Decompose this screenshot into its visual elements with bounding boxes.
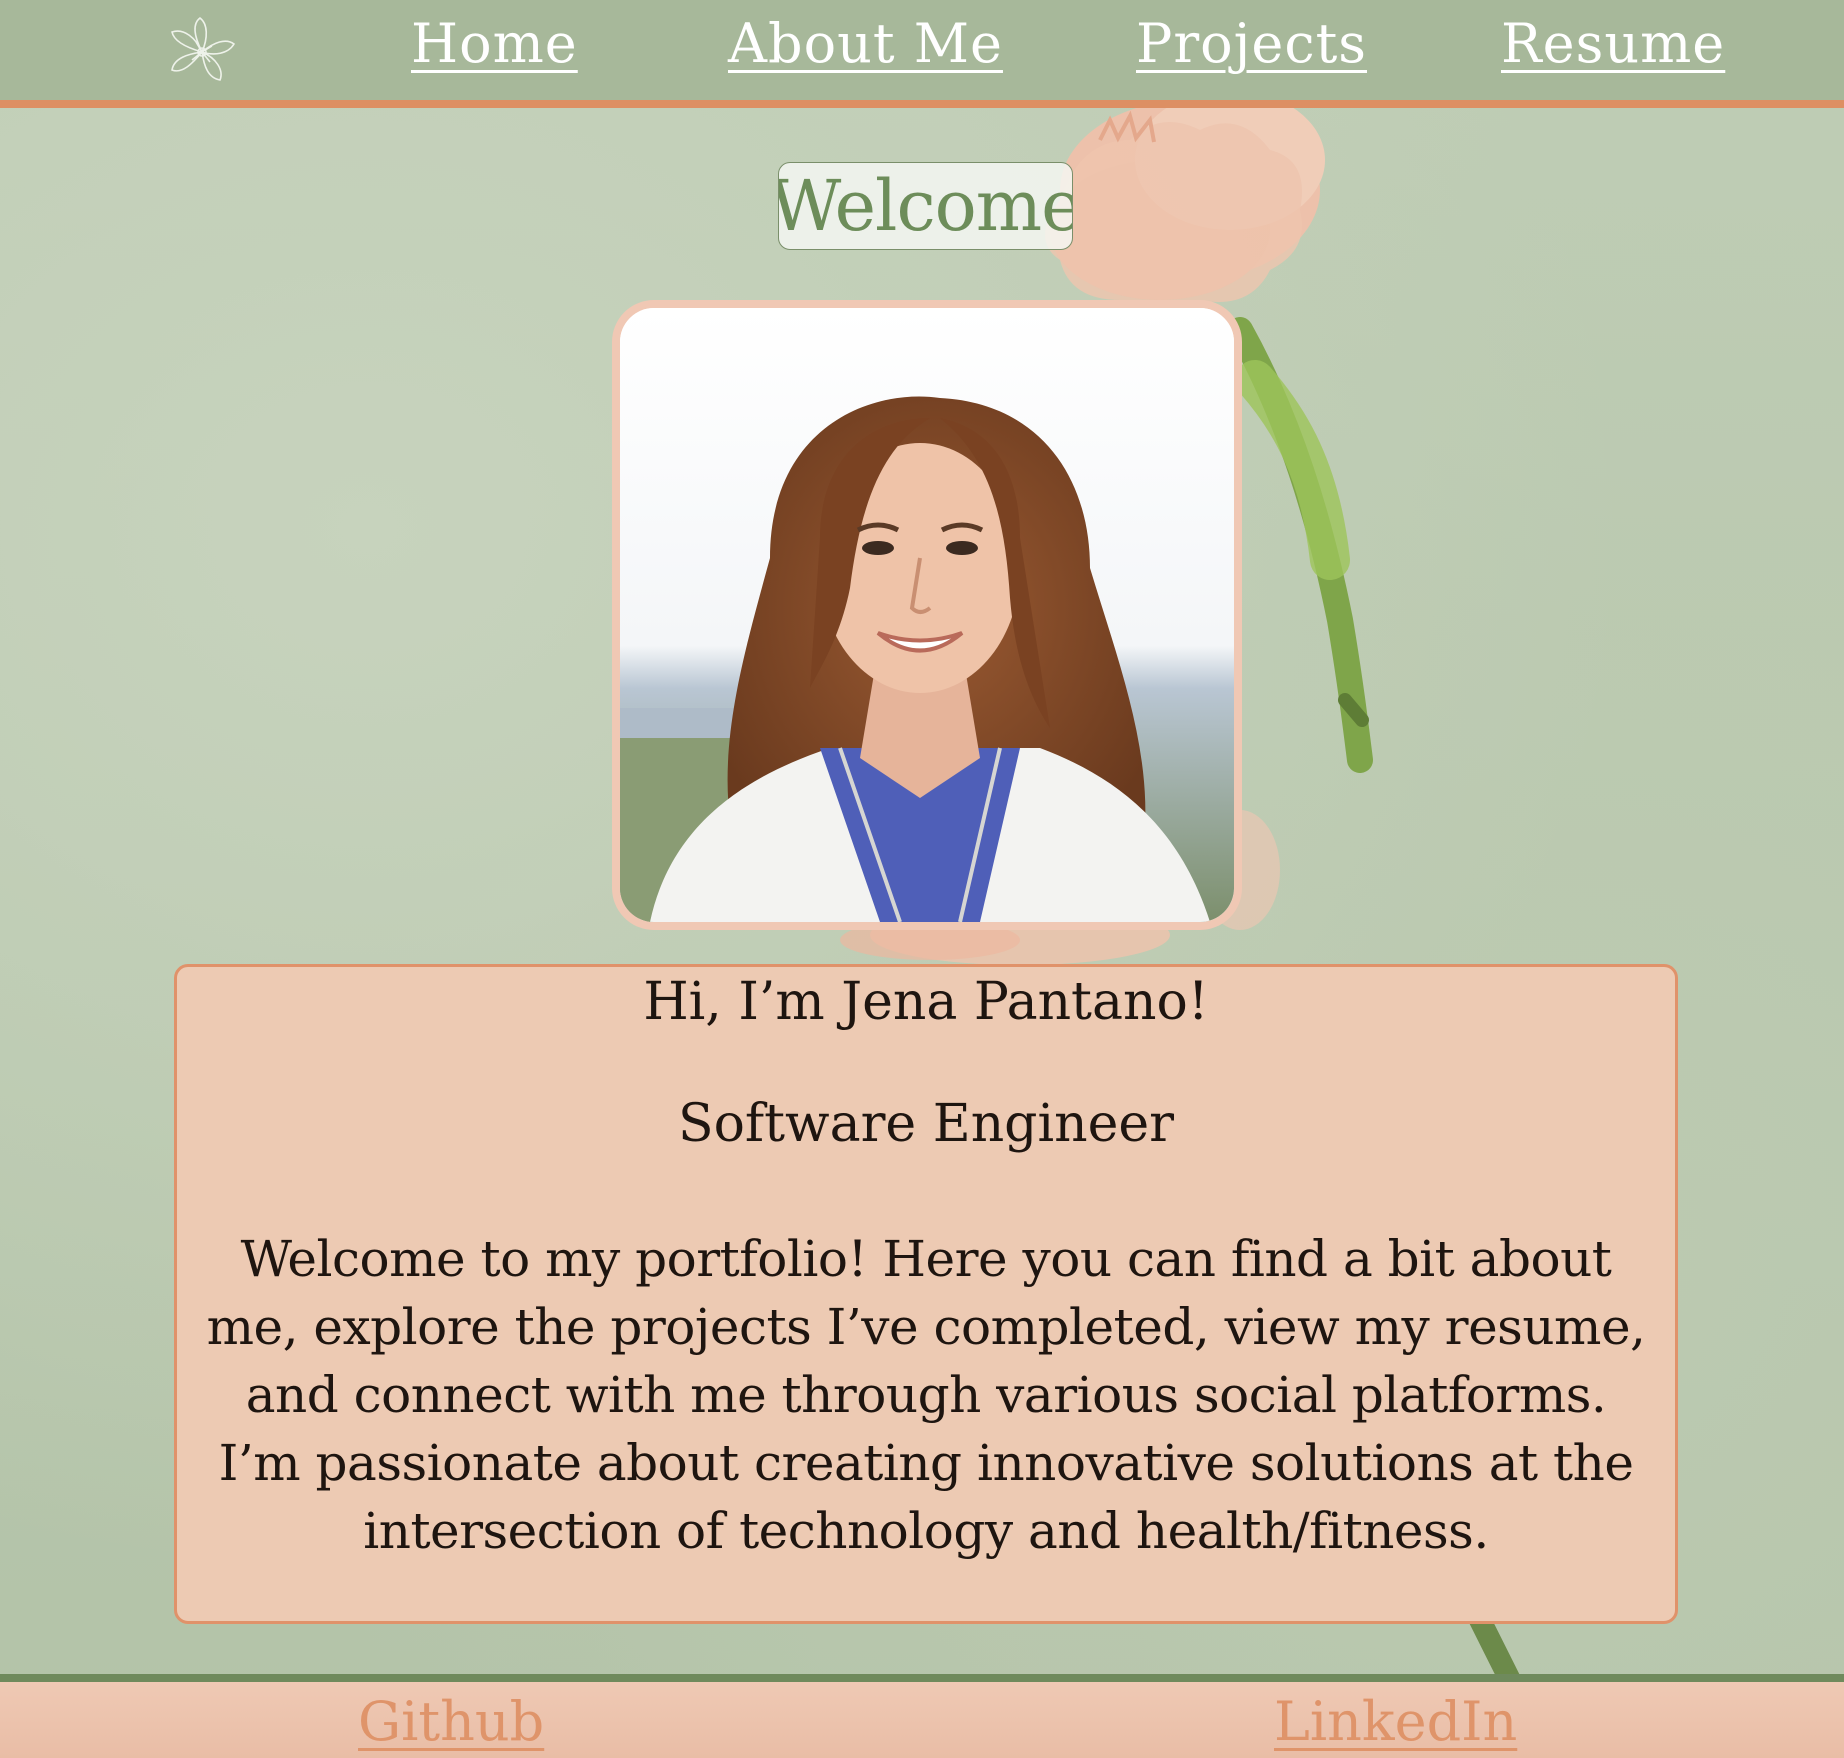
top-navigation-bar: Home About Me Projects Resume (0, 0, 1844, 108)
nav-link-home[interactable]: Home (411, 12, 578, 75)
welcome-banner: Welcome (778, 162, 1073, 250)
profile-photo (620, 308, 1234, 922)
intro-greeting: Hi, I’m Jena Pantano! (643, 972, 1209, 1032)
welcome-heading: Welcome (778, 165, 1073, 247)
nav-link-resume[interactable]: Resume (1501, 12, 1725, 75)
footer-bar: Github LinkedIn (0, 1674, 1844, 1758)
footer-link-github[interactable]: Github (358, 1690, 544, 1753)
nav-link-about-me[interactable]: About Me (728, 12, 1003, 75)
profile-photo-frame (612, 300, 1242, 930)
intro-card: Hi, I’m Jena Pantano! Software Engineer … (174, 964, 1678, 1624)
footer-link-linkedin[interactable]: LinkedIn (1274, 1690, 1517, 1753)
intro-description: Welcome to my portfolio! Here you can fi… (206, 1230, 1646, 1560)
nav-link-projects[interactable]: Projects (1136, 12, 1367, 75)
intro-role: Software Engineer (677, 1094, 1174, 1154)
flower-logo-icon[interactable] (162, 14, 242, 90)
